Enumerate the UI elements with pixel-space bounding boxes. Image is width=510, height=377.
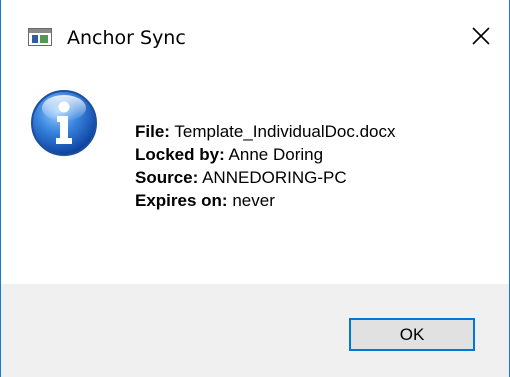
detail-label: Expires on: [135,191,228,210]
close-button[interactable] [456,14,506,58]
lock-details: File: Template_IndividualDoc.docx Locked… [135,120,396,212]
window-title: Anchor Sync [67,27,186,49]
detail-row-source: Source: ANNEDORING-PC [135,166,396,189]
info-icon [31,90,97,156]
detail-row-file: File: Template_IndividualDoc.docx [135,120,396,143]
detail-value: Anne Doring [228,145,324,164]
window-app-icon [28,28,52,46]
title-bar[interactable]: Anchor Sync [1,0,509,80]
detail-value: Template_IndividualDoc.docx [174,122,396,141]
detail-value: ANNEDORING-PC [202,168,347,187]
detail-row-expires: Expires on: never [135,189,396,212]
detail-row-locked-by: Locked by: Anne Doring [135,143,396,166]
ok-button[interactable]: OK [349,318,475,351]
detail-label: Locked by: [135,145,225,164]
detail-value: never [232,191,275,210]
close-icon [472,27,490,45]
dialog-window: Anchor Sync File: Template_IndividualDoc… [0,0,510,377]
message-area: File: Template_IndividualDoc.docx Locked… [1,80,509,283]
button-bar: OK [1,284,509,377]
detail-label: Source: [135,168,199,187]
detail-label: File: [135,122,170,141]
